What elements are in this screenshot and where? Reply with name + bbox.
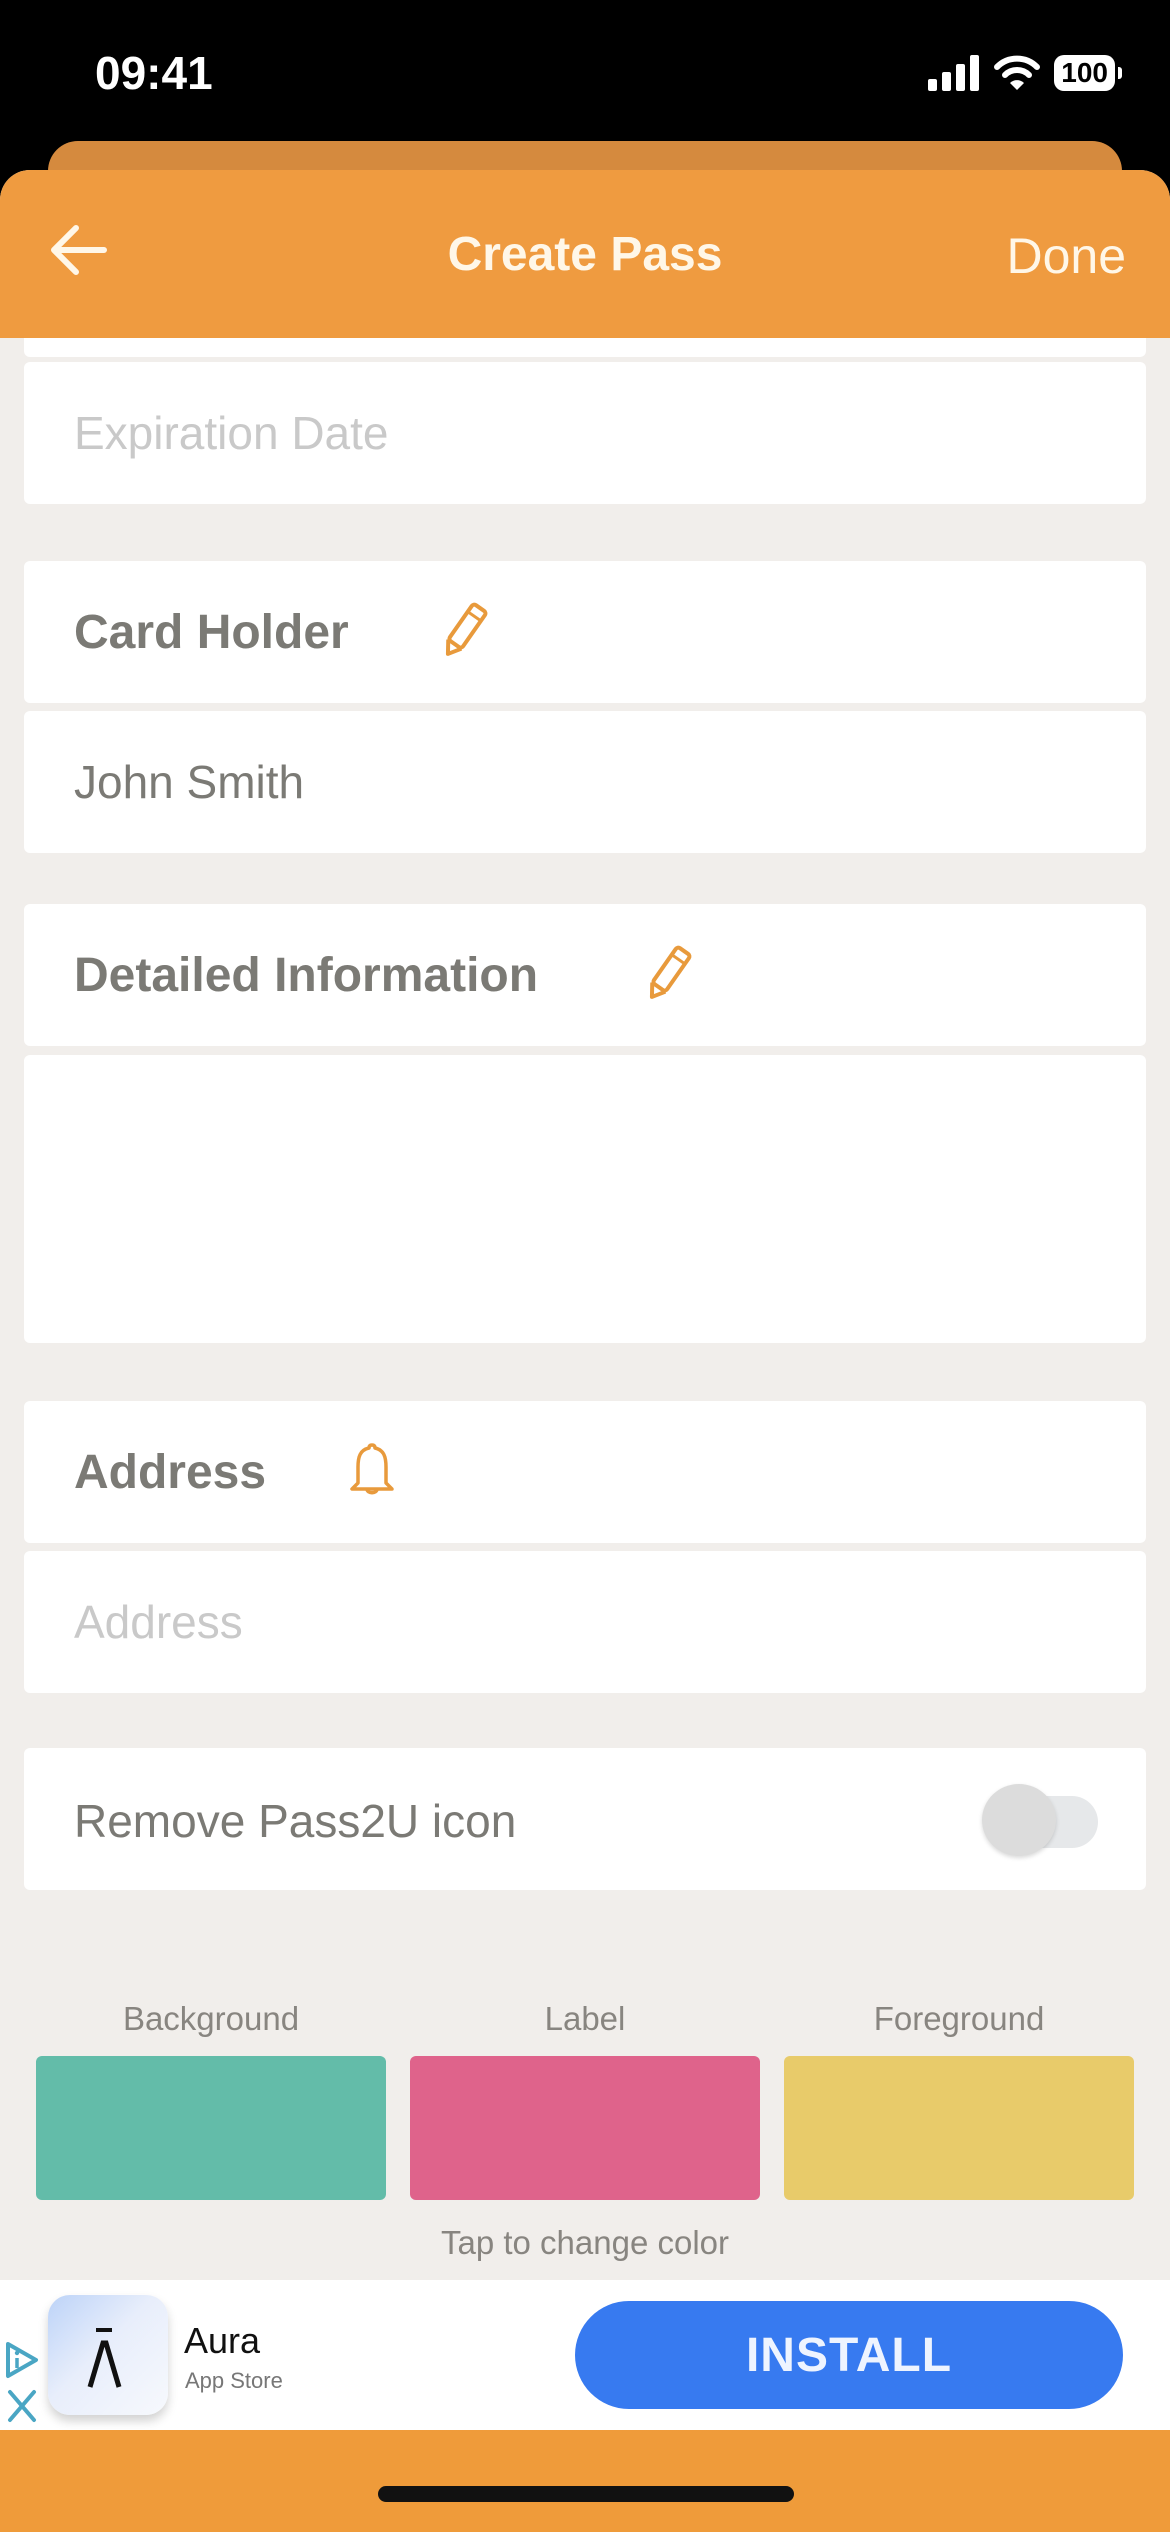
detailed-information-field[interactable] (24, 1055, 1146, 1343)
pencil-icon[interactable] (434, 601, 494, 661)
card-holder-value: John Smith (74, 756, 305, 808)
background-color-label: Background (122, 2000, 300, 2037)
ad-banner[interactable]: Aura App Store INSTALL (0, 2280, 1170, 2430)
pencil-icon[interactable] (638, 944, 698, 1004)
signal-icon (928, 55, 980, 91)
card-holder-header: Card Holder (24, 561, 1146, 703)
foreground-color-swatch[interactable] (784, 2056, 1134, 2200)
bottom-bar (0, 2430, 1170, 2532)
status-time: 09:41 (95, 47, 213, 99)
ad-app-store-label: App Store (185, 2368, 283, 2393)
ad-info-icon[interactable] (0, 2338, 44, 2382)
expiration-date-placeholder: Expiration Date (74, 407, 389, 459)
aura-logo-icon (87, 2328, 122, 2388)
label-color-label: Label (544, 2000, 626, 2037)
color-picker-section: Background Label Foreground Tap to chang… (0, 2000, 1170, 2261)
page-title: Create Pass (447, 228, 723, 281)
remove-pass2u-icon-row: Remove Pass2U icon (24, 1748, 1146, 1890)
done-button[interactable]: Done (1006, 227, 1126, 285)
wifi-icon (994, 55, 1041, 90)
card-holder-field[interactable]: John Smith (24, 711, 1146, 853)
address-label: Address (74, 1446, 267, 1499)
ad-app-icon[interactable] (48, 2295, 168, 2415)
expiration-date-field[interactable]: Expiration Date (24, 362, 1146, 504)
status-icons: 100 (928, 53, 1122, 93)
address-field[interactable]: Address (24, 1551, 1146, 1693)
address-header: Address (24, 1401, 1146, 1543)
battery-icon: 100 (1054, 55, 1122, 91)
remove-pass2u-icon-label: Remove Pass2U icon (74, 1795, 517, 1847)
ad-choices[interactable] (0, 2338, 44, 2430)
background-color-swatch[interactable] (36, 2056, 386, 2200)
home-indicator[interactable] (378, 2486, 794, 2502)
label-color-swatch[interactable] (410, 2056, 760, 2200)
toggle-thumb (982, 1784, 1056, 1856)
create-pass-sheet: Create Pass Done Expiration Date Card Ho… (0, 170, 1170, 2532)
detailed-information-label: Detailed Information (74, 949, 539, 1002)
nav-bar: Create Pass Done (0, 170, 1170, 338)
status-bar: 09:41 100 (0, 0, 1170, 140)
address-placeholder: Address (74, 1596, 243, 1648)
previous-field-card (24, 338, 1146, 357)
ad-app-name: Aura (184, 2320, 261, 2361)
bell-icon[interactable] (342, 1441, 402, 1501)
card-holder-label: Card Holder (74, 606, 349, 659)
ad-close-icon[interactable] (0, 2384, 44, 2428)
foreground-color-label: Foreground (873, 2000, 1045, 2037)
remove-pass2u-icon-toggle[interactable] (982, 1784, 1098, 1856)
install-button[interactable]: INSTALL (575, 2301, 1123, 2409)
tap-to-change-color-hint: Tap to change color (440, 2224, 730, 2261)
detailed-information-header: Detailed Information (24, 904, 1146, 1046)
